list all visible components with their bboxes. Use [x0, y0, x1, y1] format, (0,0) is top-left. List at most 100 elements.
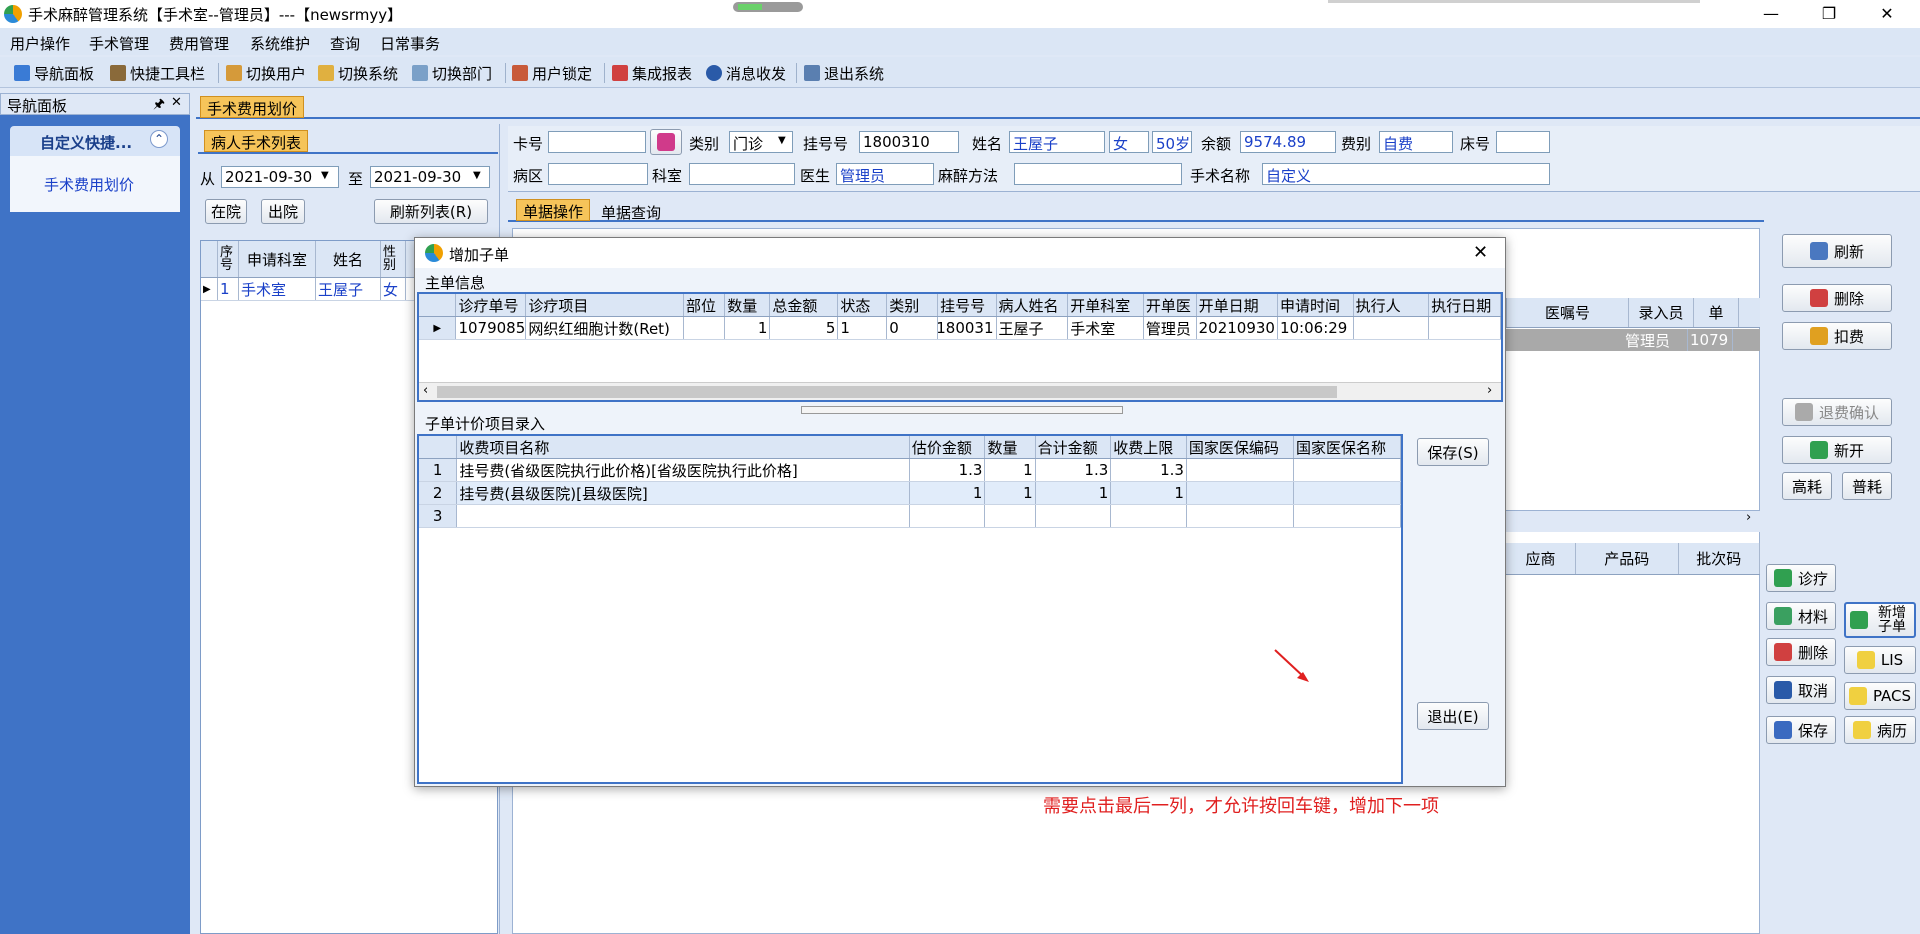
card-input[interactable] — [548, 131, 646, 153]
col-qty: 数量 — [725, 294, 771, 316]
menu-daily[interactable]: 日常事务 — [380, 33, 440, 54]
reg-input[interactable]: 1800310 — [859, 131, 959, 153]
cell-insurance-name[interactable] — [1294, 482, 1402, 504]
tab-surgery-fee[interactable]: 手术费用划价 — [200, 96, 305, 118]
menu-surgery[interactable]: 手术管理 — [89, 33, 149, 54]
horizontal-scrollbar[interactable]: ‹ › — [419, 382, 1501, 400]
cell-item-name[interactable] — [457, 505, 910, 527]
cell-insurance-code[interactable] — [1187, 482, 1294, 504]
dept-input[interactable] — [689, 163, 795, 185]
to-date-input[interactable]: 2021-09-30 — [370, 166, 490, 188]
new-open-button[interactable]: 新开 — [1782, 436, 1892, 464]
menu-bar: 用户操作 手术管理 费用管理 系统维护 查询 日常事务 — [0, 28, 1920, 55]
toolbar-switch-dept[interactable]: 切换部门 — [412, 62, 492, 84]
delete-button[interactable]: 删除 — [1782, 284, 1892, 312]
cell-sub-qty[interactable] — [985, 505, 1036, 527]
diagnose-button[interactable]: 诊疗 — [1766, 564, 1836, 592]
close-nav-button[interactable]: ✕ — [171, 95, 182, 110]
toolbar-label: 用户锁定 — [532, 64, 593, 83]
collapse-icon[interactable]: ⌃ — [150, 130, 168, 148]
normal-cost-button[interactable]: 普耗 — [1842, 472, 1892, 500]
refresh-list-button[interactable]: 刷新列表(R) — [374, 199, 488, 224]
tab-document-ops[interactable]: 单据操作 — [516, 199, 591, 221]
dialog-save-button[interactable]: 保存(S) — [1417, 438, 1489, 466]
cell-diag-no: 1079085: — [458, 317, 527, 339]
dialog-close-button[interactable]: ✕ — [1473, 242, 1488, 263]
toolbar-messages[interactable]: 消息收发 — [706, 62, 786, 84]
menu-system[interactable]: 系统维护 — [250, 33, 310, 54]
chevron-down-icon[interactable]: ▼ — [321, 170, 329, 181]
dept-label: 科室 — [652, 167, 683, 185]
progress-indicator — [733, 2, 803, 12]
menu-user-ops[interactable]: 用户操作 — [10, 33, 70, 54]
material-button[interactable]: 材料 — [1766, 602, 1836, 630]
discharged-button[interactable]: 出院 — [261, 199, 305, 224]
cell-est-amount[interactable] — [910, 505, 986, 527]
balance-input[interactable]: 9574.89 — [1240, 131, 1336, 153]
nav-group-header[interactable]: 自定义快捷... ⌃ — [10, 126, 180, 156]
cell-insurance-code[interactable] — [1187, 459, 1294, 481]
minimize-button[interactable]: — — [1748, 0, 1794, 28]
charge-button[interactable]: 扣费 — [1782, 322, 1892, 350]
doctor-label: 医生 — [800, 167, 831, 185]
col-insurance-name: 国家医保名称 — [1294, 436, 1402, 458]
surgery-name-label: 手术名称 — [1190, 167, 1251, 185]
anesthesia-input[interactable] — [1014, 163, 1182, 185]
lis-button[interactable]: LIS — [1844, 646, 1916, 674]
delete-item-button[interactable]: 删除 — [1766, 638, 1836, 666]
age-input[interactable]: 50岁 — [1152, 131, 1192, 153]
scrollbar-thumb[interactable] — [437, 386, 1337, 398]
cancel-button[interactable]: 取消 — [1766, 676, 1836, 704]
pin-icon[interactable]: 🖈 — [153, 95, 165, 117]
panel-splitter[interactable] — [801, 406, 1123, 414]
menu-query[interactable]: 查询 — [330, 33, 360, 54]
scroll-right-icon[interactable]: › — [1746, 510, 1751, 525]
toolbar-switch-system[interactable]: 切换系统 — [318, 62, 398, 84]
col-supplier: 应商 — [1506, 543, 1577, 574]
toolbar-exit[interactable]: 退出系统 — [804, 62, 884, 84]
pacs-button[interactable]: PACS — [1844, 682, 1916, 710]
toolbar-label: 导航面板 — [34, 64, 95, 83]
cell-sub-total[interactable] — [1036, 505, 1112, 527]
high-cost-button[interactable]: 高耗 — [1782, 472, 1832, 500]
save-button[interactable]: 保存 — [1766, 716, 1836, 744]
chevron-down-icon[interactable]: ▼ — [473, 170, 481, 181]
table-row[interactable]: 1 挂号费(省级医院执行此价格)[省级医院执行此价格] 1.3 1 1.3 1.… — [419, 459, 1402, 482]
toolbar-nav-panel[interactable]: 导航面板 — [14, 62, 94, 84]
table-row[interactable]: 3 — [419, 505, 1402, 528]
medical-record-button[interactable]: 病历 — [1844, 716, 1916, 744]
sex-input[interactable]: 女 — [1109, 131, 1149, 153]
fee-input[interactable]: 自费 — [1379, 131, 1453, 153]
scroll-right-icon[interactable]: › — [1487, 383, 1492, 398]
cell-fee-limit[interactable] — [1111, 505, 1187, 527]
doctor-input[interactable]: 管理员 — [836, 163, 934, 185]
dialog-exit-button[interactable]: 退出(E) — [1417, 702, 1489, 730]
chevron-down-icon[interactable]: ▼ — [778, 135, 786, 146]
add-sub-order-button[interactable]: 新增子单 — [1844, 602, 1916, 638]
in-hospital-button[interactable]: 在院 — [205, 199, 247, 224]
scroll-left-icon[interactable]: ‹ — [423, 383, 428, 398]
cell-insurance-code[interactable] — [1187, 505, 1294, 527]
table-row[interactable]: 2 挂号费(县级医院)[县级医院] 1 1 1 1 — [419, 482, 1402, 505]
toolbar-switch-user[interactable]: 切换用户 — [226, 62, 306, 84]
refund-confirm-button[interactable]: 退费确认 — [1782, 398, 1892, 426]
tab-document-query[interactable]: 单据查询 — [601, 202, 661, 223]
nav-panel-title: 导航面板 — [7, 97, 68, 115]
toolbar-reports[interactable]: 集成报表 — [612, 62, 692, 84]
name-input[interactable]: 王屋子 — [1009, 131, 1105, 153]
ward-input[interactable] — [548, 163, 648, 185]
refresh-button[interactable]: 刷新 — [1782, 234, 1892, 268]
surgery-name-input[interactable]: 自定义 — [1262, 163, 1550, 185]
toolbar-label: 切换用户 — [246, 64, 307, 83]
menu-fees[interactable]: 费用管理 — [169, 33, 229, 54]
cell-insurance-name[interactable] — [1294, 459, 1402, 481]
toolbar-quick-tools[interactable]: 快捷工具栏 — [110, 62, 205, 84]
maximize-button[interactable]: ❐ — [1806, 0, 1852, 28]
bed-input[interactable] — [1496, 131, 1550, 153]
cell-insurance-name[interactable] — [1294, 505, 1402, 527]
nav-item-surgery-fee[interactable]: 手术费用划价 — [44, 174, 134, 195]
close-window-button[interactable]: ✕ — [1864, 0, 1910, 28]
card-reader-button[interactable] — [650, 129, 682, 155]
toolbar-user-lock[interactable]: 用户锁定 — [512, 62, 592, 84]
table-row[interactable]: ▶ 1079085: 网织红细胞计数(Ret) 1 5 1 0 180031 王… — [419, 317, 1501, 340]
